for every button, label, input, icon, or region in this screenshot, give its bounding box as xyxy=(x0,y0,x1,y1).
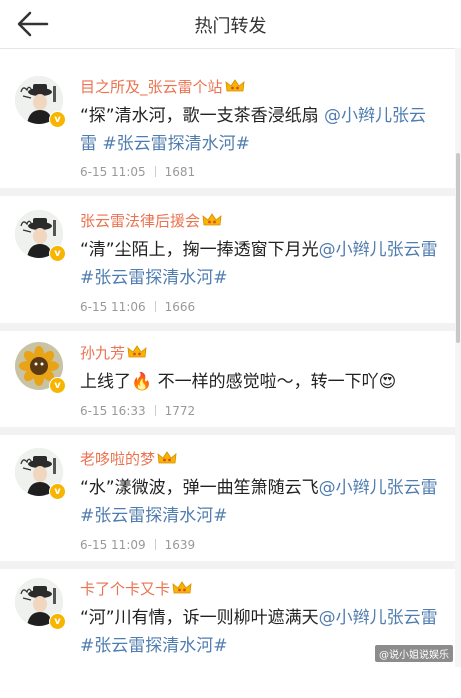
mention-link[interactable]: @小辫儿张云雷 xyxy=(319,608,438,628)
post-meta: 6-15 11:06 1666 xyxy=(80,300,195,314)
post-meta: 6-15 11:09 1639 xyxy=(80,538,195,552)
repost-text: 上线了🔥 不一样的感觉啦～，转一下吖😍 xyxy=(80,368,442,396)
text-segment: “探”清水河，歌一支茶香浸纸扇 xyxy=(80,106,325,126)
mention-link[interactable]: @小辫儿张云雷 xyxy=(319,240,438,260)
verified-badge-icon: v xyxy=(49,377,66,394)
top-bar: 热门转发 xyxy=(0,0,461,49)
post-meta: 6-15 11:05 1681 xyxy=(80,165,195,179)
repost-item[interactable]: v 卡了个卡又卡 “河”川有情，诉一则柳叶遮满天@小辫儿张云雷 #张云雷探清水河# xyxy=(0,578,455,698)
username[interactable]: 老哆啦的梦 xyxy=(80,448,177,469)
mention-link[interactable]: @小辫儿张云雷 xyxy=(319,478,438,498)
repost-count: 1639 xyxy=(164,538,196,552)
repost-count: 1666 xyxy=(164,300,196,314)
text-segment: “水”漾微波，弹一曲笙箫随云飞 xyxy=(80,478,319,498)
username-text: 张云雷法律后援会 xyxy=(80,212,201,230)
username[interactable]: 目之所及_张云雷个站 xyxy=(80,76,245,97)
feed-divider xyxy=(0,427,455,435)
vip-crown-icon xyxy=(172,581,192,594)
repost-text: “水”漾微波，弹一曲笙箫随云飞@小辫儿张云雷 #张云雷探清水河# xyxy=(80,474,442,530)
repost-item[interactable]: v 老哆啦的梦 “水”漾微波，弹一曲笙箫随云飞@小辫儿张云雷 #张云雷探清水河# 6-… xyxy=(0,448,455,568)
page-title: 热门转发 xyxy=(194,16,267,37)
post-meta: 6-15 16:33 1772 xyxy=(80,404,195,418)
verified-badge-icon: v xyxy=(49,111,66,128)
verified-badge-icon: v xyxy=(49,613,66,630)
repost-item[interactable]: v 孙九芳上线了🔥 不一样的感觉啦～，转一下吖😍 6-15 16:33 1772 xyxy=(0,342,455,462)
meta-separator xyxy=(154,301,156,312)
verified-badge-icon: v xyxy=(49,483,66,500)
repost-text: “探”清水河，歌一支茶香浸纸扇 @小辫儿张云雷 #张云雷探清水河# xyxy=(80,102,442,158)
topic-link[interactable]: #张云雷探清水河# xyxy=(80,636,228,656)
post-time: 6-15 11:09 xyxy=(80,538,146,552)
verified-badge-icon: v xyxy=(49,245,66,262)
username-text: 目之所及_张云雷个站 xyxy=(80,78,223,96)
topic-link[interactable]: #张云雷探清水河# xyxy=(80,506,228,526)
username[interactable]: 孙九芳 xyxy=(80,342,147,363)
text-segment: 上线了🔥 不一样的感觉啦～，转一下吖😍 xyxy=(80,372,397,392)
post-time: 6-15 16:33 xyxy=(80,404,146,418)
meta-separator xyxy=(154,405,156,416)
post-time: 6-15 11:06 xyxy=(80,300,146,314)
post-time: 6-15 11:05 xyxy=(80,165,146,179)
feed-divider xyxy=(0,188,455,196)
scrollbar-thumb[interactable] xyxy=(456,153,460,343)
repost-item[interactable]: v 目之所及_张云雷个站 “探”清水河，歌一支茶香浸纸扇 @小辫儿张云雷 #张云雷探… xyxy=(0,76,455,196)
repost-count: 1681 xyxy=(164,165,196,179)
vip-crown-icon xyxy=(127,345,147,358)
watermark: @说小姐说娱乐 xyxy=(375,645,453,662)
topic-link[interactable]: #张云雷探清水河# xyxy=(80,268,228,288)
username-text: 卡了个卡又卡 xyxy=(80,580,171,598)
username[interactable]: 卡了个卡又卡 xyxy=(80,578,192,599)
feed-divider xyxy=(0,561,455,569)
vip-crown-icon xyxy=(202,213,222,226)
repost-item[interactable]: v 张云雷法律后援会 “清”尘陌上，掬一捧透窗下月光@小辫儿张云雷 #张云雷探清水河… xyxy=(0,210,455,330)
meta-separator xyxy=(154,539,156,550)
vip-crown-icon xyxy=(157,451,177,464)
repost-count: 1772 xyxy=(164,404,196,418)
feed-divider xyxy=(0,323,455,331)
scrollbar[interactable] xyxy=(455,48,461,667)
repost-text: “清”尘陌上，掬一捧透窗下月光@小辫儿张云雷 #张云雷探清水河# xyxy=(80,236,442,292)
topic-link[interactable]: #张云雷探清水河# xyxy=(102,134,250,154)
text-segment: “清”尘陌上，掬一捧透窗下月光 xyxy=(80,240,319,260)
username-text: 老哆啦的梦 xyxy=(80,450,156,468)
username[interactable]: 张云雷法律后援会 xyxy=(80,210,222,231)
text-segment: “河”川有情，诉一则柳叶遮满天 xyxy=(80,608,319,628)
meta-separator xyxy=(154,166,156,177)
vip-crown-icon xyxy=(225,79,245,92)
username-text: 孙九芳 xyxy=(80,344,126,362)
